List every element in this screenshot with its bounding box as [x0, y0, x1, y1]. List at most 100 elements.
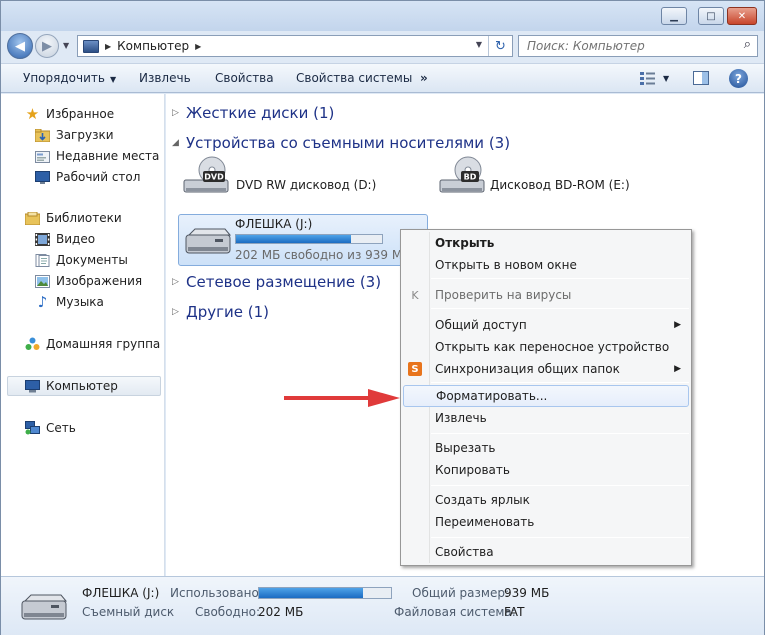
- menu-item-sharing[interactable]: Общий доступ ▶: [403, 314, 689, 336]
- sidebar-item-label: Музыка: [56, 295, 104, 309]
- close-icon[interactable]: ✕: [727, 7, 757, 25]
- minimize-icon[interactable]: ▁: [661, 7, 687, 25]
- menu-item-cut[interactable]: Вырезать: [403, 437, 689, 459]
- sync-icon: S: [408, 362, 422, 376]
- sidebar-item-computer[interactable]: Компьютер: [7, 376, 161, 396]
- sidebar-item-label: Сеть: [46, 421, 76, 435]
- menu-item-sync-folders[interactable]: S Синхронизация общих папок ▶: [403, 358, 689, 380]
- change-view-icon[interactable]: [640, 71, 656, 85]
- address-history-dropdown-icon[interactable]: ▼: [476, 40, 482, 49]
- view-dropdown-icon[interactable]: ▼: [663, 74, 669, 83]
- menu-item-copy[interactable]: Копировать: [403, 459, 689, 481]
- details-free-label: Свободно:: [195, 605, 261, 619]
- sidebar-item-label: Документы: [56, 253, 128, 267]
- menu-separator: [431, 382, 689, 383]
- collapse-arrow-icon[interactable]: ◢: [172, 138, 186, 148]
- sidebar-item-network[interactable]: Сеть: [1, 418, 163, 438]
- menu-item-eject[interactable]: Извлечь: [403, 407, 689, 429]
- menu-item-create-shortcut[interactable]: Создать ярлык: [403, 489, 689, 511]
- drive-dvd[interactable]: DVD DVD RW дисковод (D:): [182, 156, 382, 202]
- group-header-label: Жесткие диски (1): [186, 104, 335, 122]
- group-header-network[interactable]: ▷ Сетевое размещение (3): [172, 273, 381, 291]
- search-input[interactable]: Поиск: Компьютер ⌕: [518, 35, 758, 57]
- sidebar-item-pictures[interactable]: Изображения: [1, 271, 163, 291]
- menu-item-open-new-window[interactable]: Открыть в новом окне: [403, 254, 689, 276]
- menu-item-rename[interactable]: Переименовать: [403, 511, 689, 533]
- details-total-label: Общий размер:: [412, 586, 510, 600]
- menu-separator: [431, 537, 689, 538]
- details-free-value: 202 МБ: [258, 605, 304, 619]
- refresh-icon[interactable]: ↻: [488, 36, 512, 56]
- expand-arrow-icon[interactable]: ▷: [172, 108, 186, 118]
- drive-label: Дисковод BD-ROM (E:): [490, 178, 630, 192]
- video-icon: [35, 232, 50, 246]
- computer-icon: [25, 379, 40, 393]
- recent-pages-dropdown-icon[interactable]: ▼: [63, 41, 69, 50]
- sidebar-item-desktop[interactable]: Рабочий стол: [1, 167, 163, 187]
- sidebar-item-homegroup[interactable]: Домашняя группа: [1, 334, 163, 354]
- drive-usb-selected[interactable]: ФЛЕШКА (J:) 202 МБ свободно из 939 МБ: [178, 214, 428, 266]
- title-bar[interactable]: ▁ □ ✕: [1, 1, 764, 31]
- menu-item-format[interactable]: Форматировать...: [403, 385, 689, 407]
- group-header-other[interactable]: ▷ Другие (1): [172, 303, 269, 321]
- breadcrumb-separator-icon[interactable]: ▶: [195, 42, 201, 51]
- usage-bar-fill: [236, 235, 351, 243]
- navigation-pane: ★ Избранное Загрузки Недавние места Рабо…: [1, 94, 165, 576]
- help-icon[interactable]: ?: [729, 69, 748, 88]
- forward-arrow-icon[interactable]: ▶: [35, 34, 59, 58]
- system-properties-button[interactable]: Свойства системы: [296, 71, 412, 85]
- sidebar-item-video[interactable]: Видео: [1, 229, 163, 249]
- dvd-badge: DVD: [204, 173, 224, 182]
- details-used-label: Использовано:: [170, 586, 263, 600]
- sidebar-item-documents[interactable]: Документы: [1, 250, 163, 270]
- details-drive-type: Съемный диск: [82, 605, 175, 619]
- group-header-removable[interactable]: ◢ Устройства со съемными носителями (3): [172, 134, 510, 152]
- sidebar-item-label: Библиотеки: [46, 211, 122, 225]
- menu-item-label: Создать ярлык: [435, 493, 530, 507]
- sidebar-item-label: Изображения: [56, 274, 143, 288]
- menu-item-label: Открыть: [435, 236, 495, 250]
- sidebar-item-downloads[interactable]: Загрузки: [1, 125, 163, 145]
- menu-item-label: Свойства: [435, 545, 494, 559]
- expand-arrow-icon[interactable]: ▷: [172, 307, 186, 317]
- search-icon[interactable]: ⌕: [744, 37, 751, 52]
- menu-item-open-as-portable[interactable]: Открыть как переносное устройство: [403, 336, 689, 358]
- breadcrumb-separator-icon[interactable]: ▶: [105, 42, 111, 51]
- downloads-folder-icon: [35, 128, 50, 142]
- organize-button[interactable]: Упорядочить ▼: [23, 71, 116, 85]
- menu-item-label: Вырезать: [435, 441, 496, 455]
- details-total-value: 939 МБ: [504, 586, 550, 600]
- bd-drive-icon: BD: [439, 156, 485, 193]
- submenu-arrow-icon: ▶: [674, 364, 681, 374]
- back-arrow-icon[interactable]: ◀: [7, 33, 33, 59]
- expand-arrow-icon[interactable]: ▷: [172, 277, 186, 287]
- preview-pane-icon[interactable]: [693, 71, 709, 85]
- details-usage-bar: [258, 587, 392, 599]
- sidebar-item-libraries[interactable]: Библиотеки: [1, 208, 163, 228]
- menu-separator: [431, 433, 689, 434]
- sidebar-item-recent-places[interactable]: Недавние места: [1, 146, 163, 166]
- menu-item-label: Открыть в новом окне: [435, 258, 577, 272]
- drive-bd-rom[interactable]: BD Дисковод BD-ROM (E:): [438, 156, 638, 202]
- sidebar-item-favorites[interactable]: ★ Избранное: [1, 104, 163, 124]
- more-commands-button[interactable]: »: [420, 71, 428, 85]
- recent-places-icon: [35, 149, 50, 163]
- red-pointer-arrow: [284, 389, 400, 407]
- menu-item-label: Извлечь: [435, 411, 487, 425]
- menu-item-label: Открыть как переносное устройство: [435, 340, 670, 354]
- maximize-icon[interactable]: □: [698, 7, 724, 25]
- menu-item-scan-viruses[interactable]: K Проверить на вирусы: [403, 284, 689, 306]
- menu-item-label: Копировать: [435, 463, 510, 477]
- address-bar[interactable]: ▶ Компьютер ▶ ▼ ↻: [77, 35, 513, 57]
- properties-button[interactable]: Свойства: [215, 71, 274, 85]
- menu-item-properties[interactable]: Свойства: [403, 541, 689, 563]
- desktop-icon: [35, 170, 50, 184]
- sidebar-item-music[interactable]: ♪ Музыка: [1, 292, 163, 312]
- submenu-arrow-icon: ▶: [674, 320, 681, 330]
- menu-item-open[interactable]: Открыть: [403, 232, 689, 254]
- sidebar-item-label: Загрузки: [56, 128, 114, 142]
- usb-drive-icon: [21, 594, 67, 620]
- group-header-hard-disks[interactable]: ▷ Жесткие диски (1): [172, 104, 334, 122]
- eject-button[interactable]: Извлечь: [139, 71, 191, 85]
- breadcrumb[interactable]: Компьютер: [117, 39, 189, 53]
